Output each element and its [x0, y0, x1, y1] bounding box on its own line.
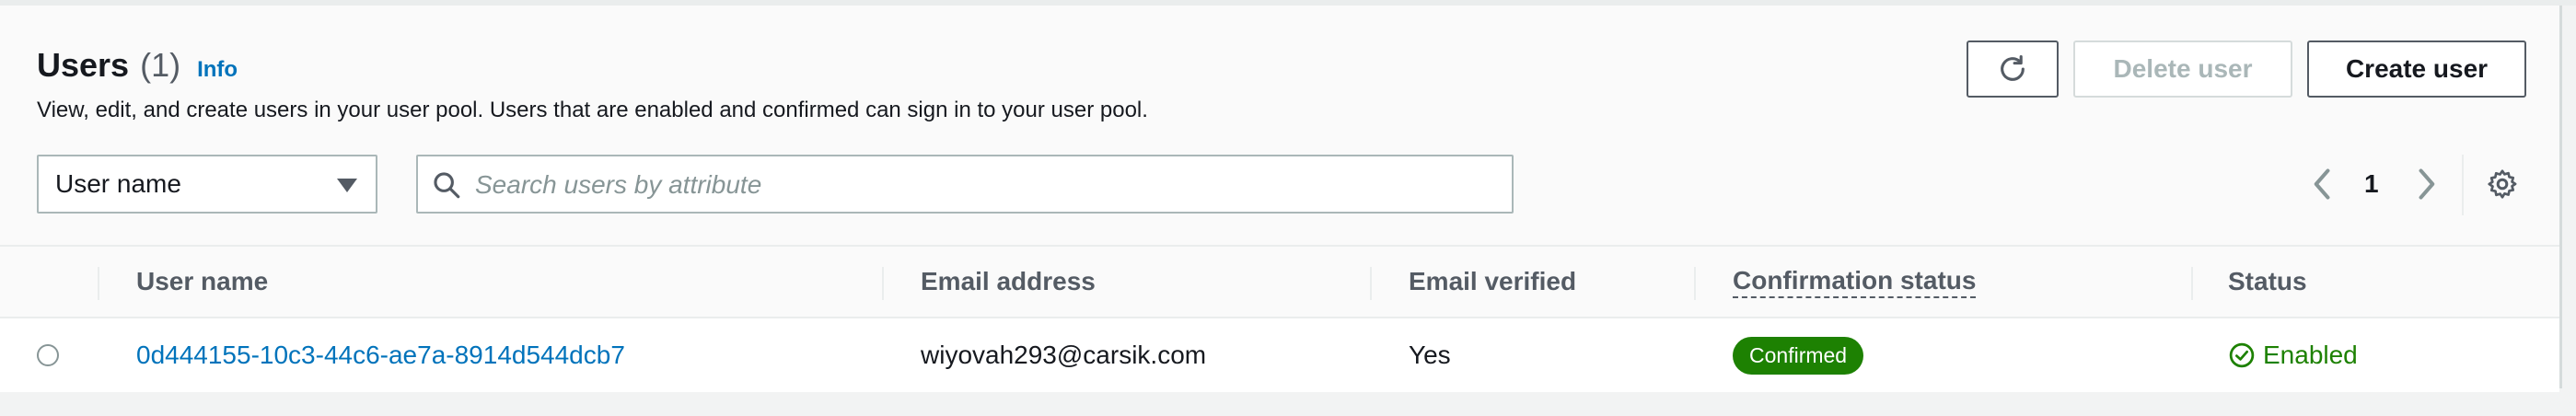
column-divider: [98, 267, 99, 300]
column-divider: [882, 267, 884, 300]
row-select-radio[interactable]: [37, 344, 59, 366]
user-name-cell: 0d444155-10c3-44c6-ae7a-8914d544dcb7: [136, 318, 625, 392]
gear-icon: [2488, 169, 2517, 199]
enabled-status-label: Enabled: [2263, 341, 2358, 369]
email-verified-cell: Yes: [1409, 341, 1451, 369]
status-badge: Confirmed: [1733, 336, 1864, 375]
column-header-confirmation-status[interactable]: Confirmation status: [1733, 247, 1977, 317]
search-input[interactable]: [473, 164, 1499, 206]
refresh-button[interactable]: [1967, 40, 2059, 98]
users-panel: Users (1) Info View, edit, and create us…: [0, 6, 2562, 392]
email-cell: wiyovah293@carsik.com: [921, 341, 1207, 369]
column-header-email[interactable]: Email address: [921, 247, 1096, 317]
chevron-left-icon: [2314, 168, 2330, 200]
column-divider: [1370, 267, 1372, 300]
check-circle-icon: [2229, 342, 2255, 368]
attribute-select-value: User name: [55, 169, 181, 198]
refresh-icon: [2001, 54, 2025, 81]
current-page-number[interactable]: 1: [2364, 156, 2379, 212]
column-header-email-verified[interactable]: Email verified: [1409, 247, 1576, 317]
caret-down-icon: [337, 179, 357, 192]
page-title: Users: [37, 46, 130, 84]
chevron-right-icon: [2419, 168, 2435, 200]
info-link[interactable]: Info: [197, 57, 238, 83]
user-name-link[interactable]: 0d444155-10c3-44c6-ae7a-8914d544dcb7: [136, 341, 625, 370]
column-header-status[interactable]: Status: [2228, 247, 2307, 317]
pagination-divider: [2462, 155, 2464, 215]
enabled-status: Enabled: [2228, 341, 2358, 370]
search-field[interactable]: [416, 155, 1514, 214]
status-cell: Enabled: [2228, 318, 2358, 392]
previous-page-button[interactable]: [2309, 156, 2337, 212]
confirmation-status-label[interactable]: Confirmation status: [1733, 265, 1977, 298]
column-divider: [1694, 267, 1696, 300]
preferences-button[interactable]: [2486, 156, 2519, 212]
page-description: View, edit, and create users in your use…: [37, 98, 1148, 122]
user-count: (1): [140, 46, 181, 84]
attribute-select[interactable]: User name: [37, 155, 377, 214]
column-header-user-name[interactable]: User name: [136, 247, 268, 317]
table-header: User name Email address Email verified C…: [0, 245, 2559, 318]
confirmation-status-cell: Confirmed: [1733, 318, 1864, 392]
table-row: 0d444155-10c3-44c6-ae7a-8914d544dcb7 wiy…: [0, 318, 2559, 392]
page-header: Users (1) Info: [37, 46, 238, 92]
delete-user-button[interactable]: Delete user: [2073, 40, 2292, 98]
create-user-button[interactable]: Create user: [2307, 40, 2526, 98]
search-icon: [434, 172, 460, 199]
column-divider: [2191, 267, 2193, 300]
next-page-button[interactable]: [2412, 156, 2440, 212]
